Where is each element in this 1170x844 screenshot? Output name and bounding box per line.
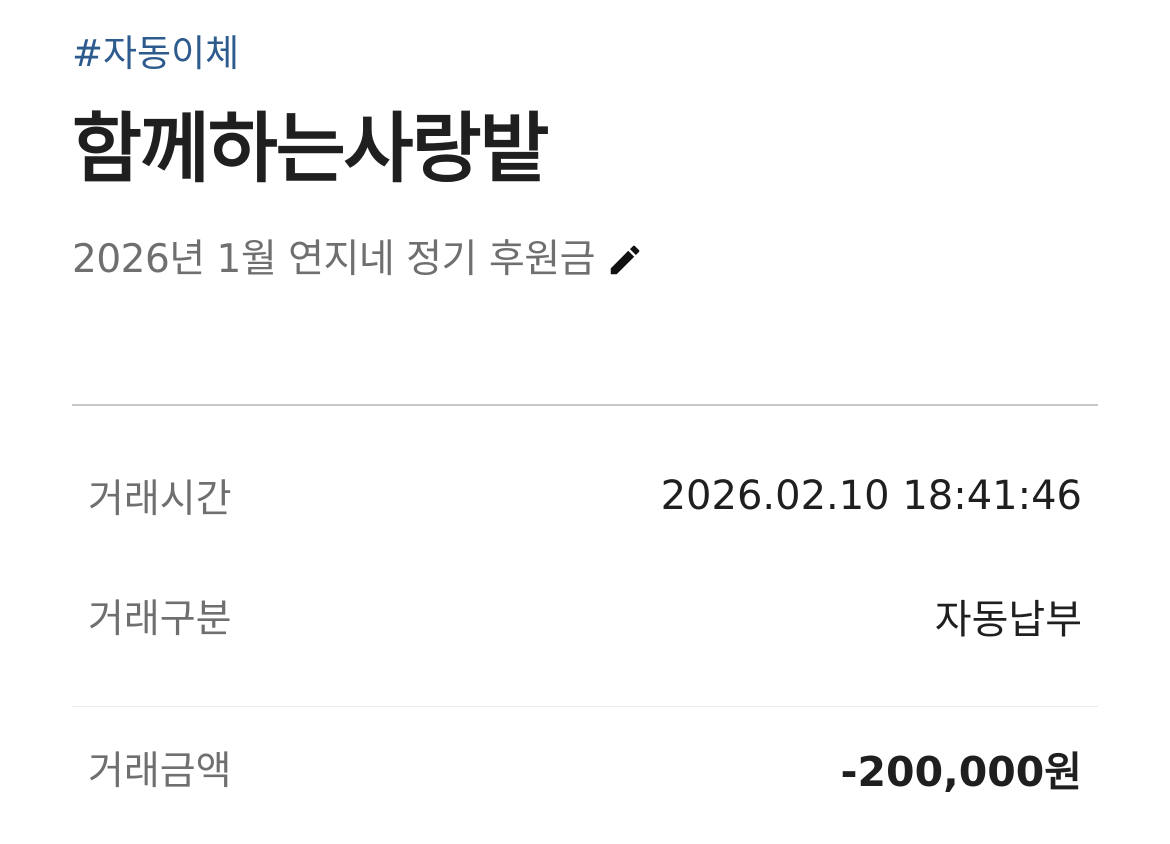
detail-label: 거래구분 <box>88 597 232 642</box>
edit-memo-button[interactable] <box>603 238 647 282</box>
pencil-icon <box>610 245 640 275</box>
detail-value-time: 2026.02.10 18:41:46 <box>660 473 1082 519</box>
memo-row: 2026년 1월 연지네 정기 후원금 <box>72 232 647 288</box>
detail-value-amount: -200,000원 <box>840 748 1082 796</box>
category-tag: #자동이체 <box>72 32 240 75</box>
row-divider <box>72 706 1098 707</box>
detail-row-amount: 거래금액 -200,000원 <box>88 738 1082 798</box>
detail-row-time: 거래시간 2026.02.10 18:41:46 <box>88 466 1082 526</box>
page-title: 함께하는사랑밭 <box>72 104 549 193</box>
section-divider <box>72 404 1098 406</box>
detail-value-type: 자동납부 <box>934 597 1082 643</box>
detail-row-type: 거래구분 자동납부 <box>88 586 1082 646</box>
memo-text: 2026년 1월 연지네 정기 후원금 <box>72 237 595 282</box>
detail-label: 거래시간 <box>88 477 232 522</box>
detail-label: 거래금액 <box>88 749 232 794</box>
